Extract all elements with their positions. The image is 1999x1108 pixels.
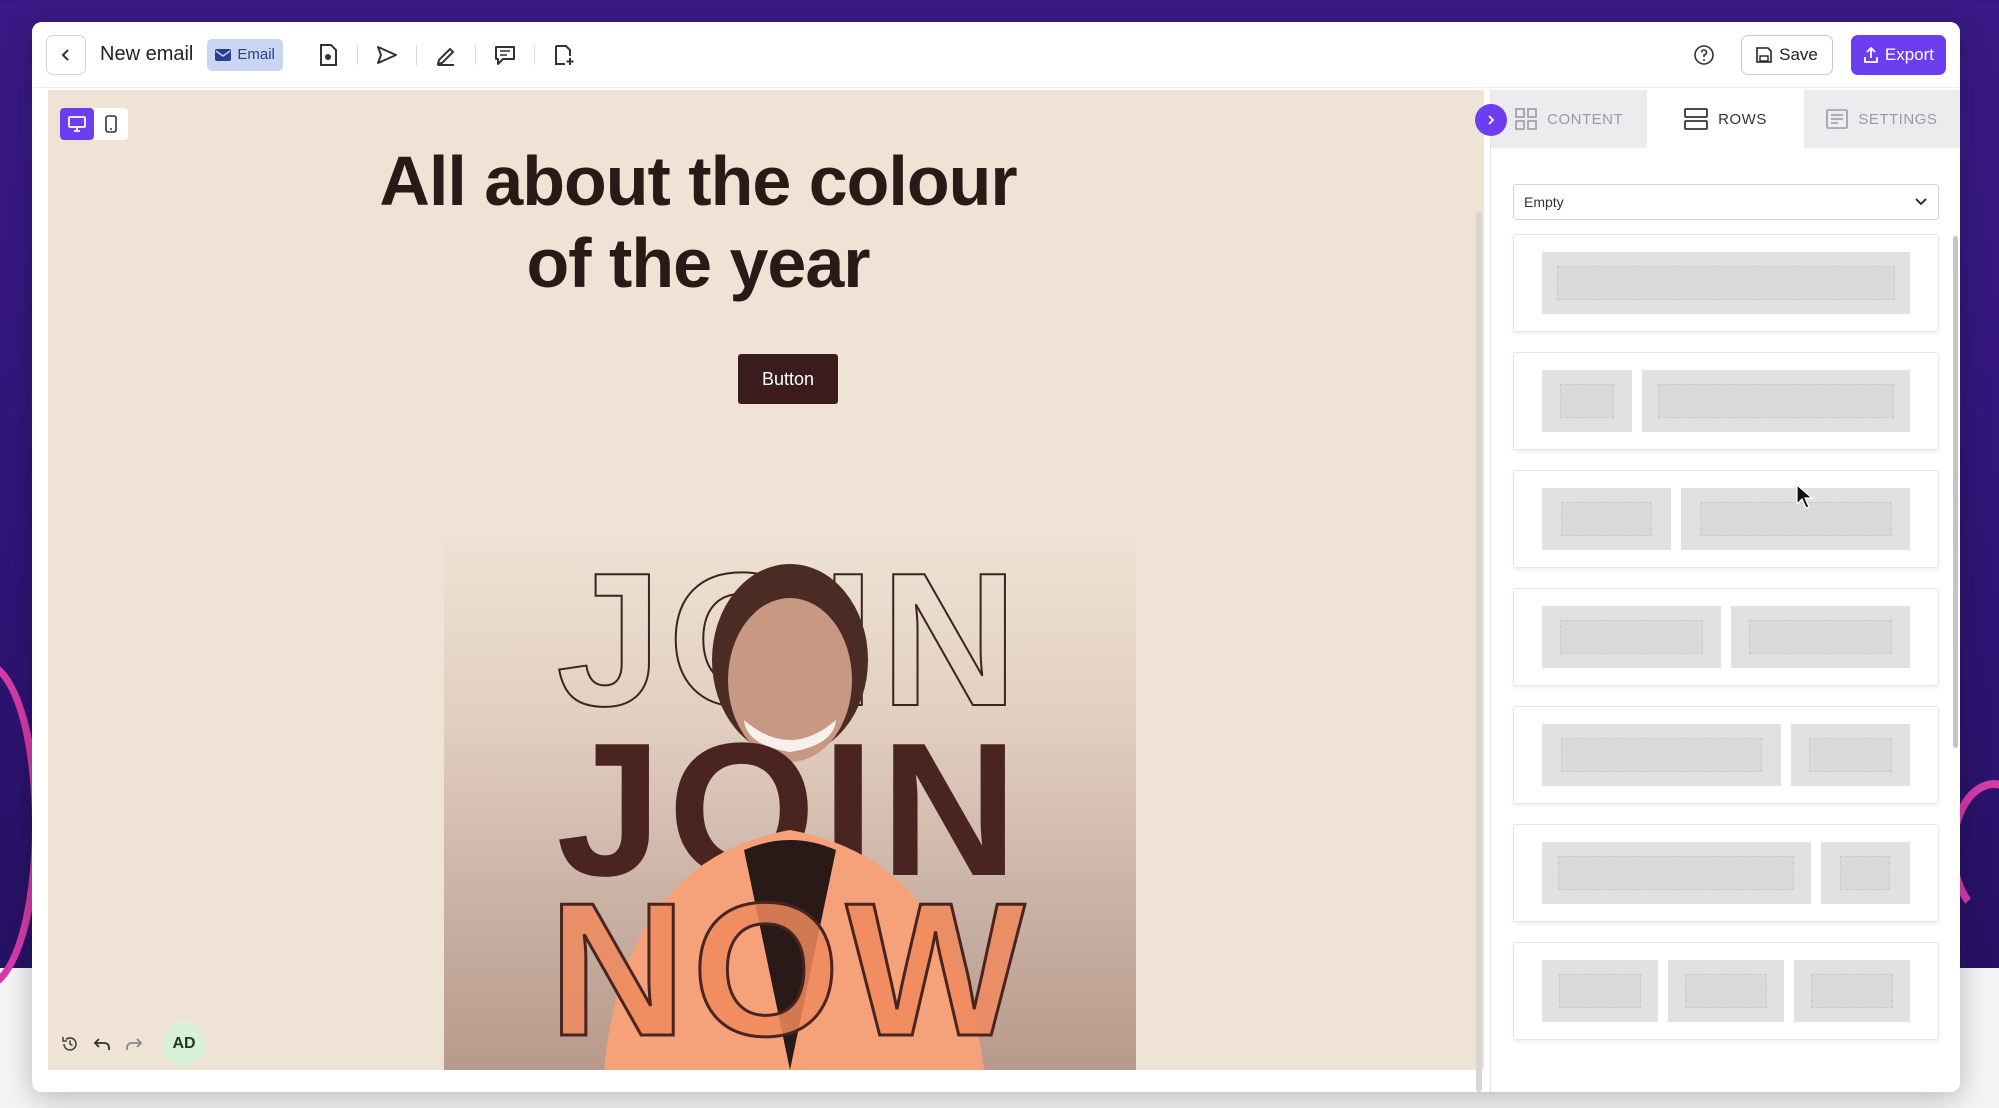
row-layout-option[interactable] xyxy=(1513,588,1939,686)
row-layout-list xyxy=(1513,234,1939,1060)
desktop-icon xyxy=(68,116,86,132)
save-button[interactable]: Save xyxy=(1741,34,1833,75)
row-layout-option[interactable] xyxy=(1513,470,1939,568)
save-label: Save xyxy=(1779,44,1818,64)
comments-button[interactable] xyxy=(490,40,520,70)
send-icon xyxy=(376,45,397,64)
settings-icon xyxy=(1826,109,1849,129)
divider xyxy=(474,44,476,65)
divider xyxy=(356,44,358,65)
tab-label: SETTINGS xyxy=(1858,110,1938,128)
row-column xyxy=(1790,724,1910,786)
collapse-panel-button[interactable] xyxy=(1475,104,1507,136)
tab-content[interactable]: CONTENT xyxy=(1491,90,1648,148)
back-button[interactable] xyxy=(46,34,86,75)
document-title[interactable]: New email xyxy=(100,43,193,66)
row-column xyxy=(1668,960,1784,1022)
help-icon xyxy=(1694,44,1714,65)
send-test-button[interactable] xyxy=(372,40,402,70)
pencil-icon xyxy=(436,47,455,66)
email-headline[interactable]: All about the colour of the year xyxy=(348,140,1048,304)
save-icon xyxy=(1756,46,1772,63)
tab-label: ROWS xyxy=(1718,110,1767,128)
history-bar: AD xyxy=(56,1022,206,1066)
divider xyxy=(415,44,417,65)
help-button[interactable] xyxy=(1689,40,1719,70)
file-add-icon xyxy=(554,44,574,65)
history-button[interactable] xyxy=(56,1030,84,1058)
row-column xyxy=(1542,606,1721,668)
row-column xyxy=(1542,960,1658,1022)
view-toggle xyxy=(60,108,128,140)
redo-button[interactable] xyxy=(120,1030,148,1058)
avatar[interactable]: AD xyxy=(162,1022,206,1066)
chevron-down-icon xyxy=(1915,198,1927,206)
email-cta-button[interactable]: Button xyxy=(738,354,838,404)
tab-settings[interactable]: SETTINGS xyxy=(1803,90,1960,148)
hero-text-now-outline: NOW xyxy=(549,864,1031,1070)
chevron-right-icon xyxy=(1488,115,1495,125)
mobile-view-button[interactable] xyxy=(94,108,128,140)
row-column xyxy=(1794,960,1910,1022)
row-layout-option[interactable] xyxy=(1513,234,1939,332)
top-toolbar: New email Email Save Export xyxy=(32,22,1960,88)
headline-line: All about the colour xyxy=(379,142,1017,220)
row-type-select[interactable]: Empty xyxy=(1513,184,1939,220)
divider xyxy=(533,44,535,65)
undo-icon xyxy=(93,1038,110,1050)
headline-line: of the year xyxy=(526,224,871,302)
row-layout-option[interactable] xyxy=(1513,824,1939,922)
mail-icon xyxy=(215,48,232,61)
row-column xyxy=(1542,724,1781,786)
tool-group xyxy=(313,40,579,70)
row-column xyxy=(1820,842,1910,904)
export-icon xyxy=(1863,46,1878,63)
export-button[interactable]: Export xyxy=(1850,34,1946,75)
export-label: Export xyxy=(1884,44,1934,64)
editor-window: New email Email Save Export All about th… xyxy=(32,22,1960,1092)
email-badge-label: Email xyxy=(237,46,275,63)
rows-icon xyxy=(1684,108,1709,130)
panel-scrollbar[interactable] xyxy=(1953,236,1958,748)
email-canvas[interactable]: All about the colour of the year Button … xyxy=(48,90,1484,1070)
row-column xyxy=(1542,842,1811,904)
row-layout-option[interactable] xyxy=(1513,706,1939,804)
chevron-left-icon xyxy=(61,48,69,61)
row-column xyxy=(1542,252,1910,314)
redo-icon xyxy=(126,1038,143,1050)
mobile-icon xyxy=(105,115,117,133)
hero-image[interactable]: JOIN JOIN NOW NOW xyxy=(444,530,1136,1070)
row-column xyxy=(1731,606,1910,668)
email-type-badge: Email xyxy=(207,38,283,71)
preview-button[interactable] xyxy=(313,40,343,70)
tab-rows[interactable]: ROWS xyxy=(1647,90,1804,148)
history-icon xyxy=(62,1037,77,1051)
row-layout-option[interactable] xyxy=(1513,352,1939,450)
canvas-scrollbar[interactable] xyxy=(1476,212,1482,1092)
row-layout-option[interactable] xyxy=(1513,942,1939,1040)
desktop-view-button[interactable] xyxy=(60,108,94,140)
edit-button[interactable] xyxy=(431,40,461,70)
row-column xyxy=(1542,370,1632,432)
panel-tabs: CONTENT ROWS SETTINGS xyxy=(1491,90,1960,148)
tab-label: CONTENT xyxy=(1547,110,1624,128)
row-column xyxy=(1542,488,1672,550)
duplicate-button[interactable] xyxy=(549,40,579,70)
grid-icon xyxy=(1515,108,1537,130)
row-column xyxy=(1641,370,1910,432)
mouse-cursor-icon xyxy=(1796,484,1814,509)
undo-button[interactable] xyxy=(88,1030,116,1058)
comment-icon xyxy=(494,45,515,65)
row-type-value: Empty xyxy=(1524,194,1564,210)
hero-illustration: JOIN JOIN NOW NOW xyxy=(547,533,1031,1070)
side-panel: CONTENT ROWS SETTINGS Empty xyxy=(1475,90,1960,1092)
file-icon xyxy=(319,43,337,66)
